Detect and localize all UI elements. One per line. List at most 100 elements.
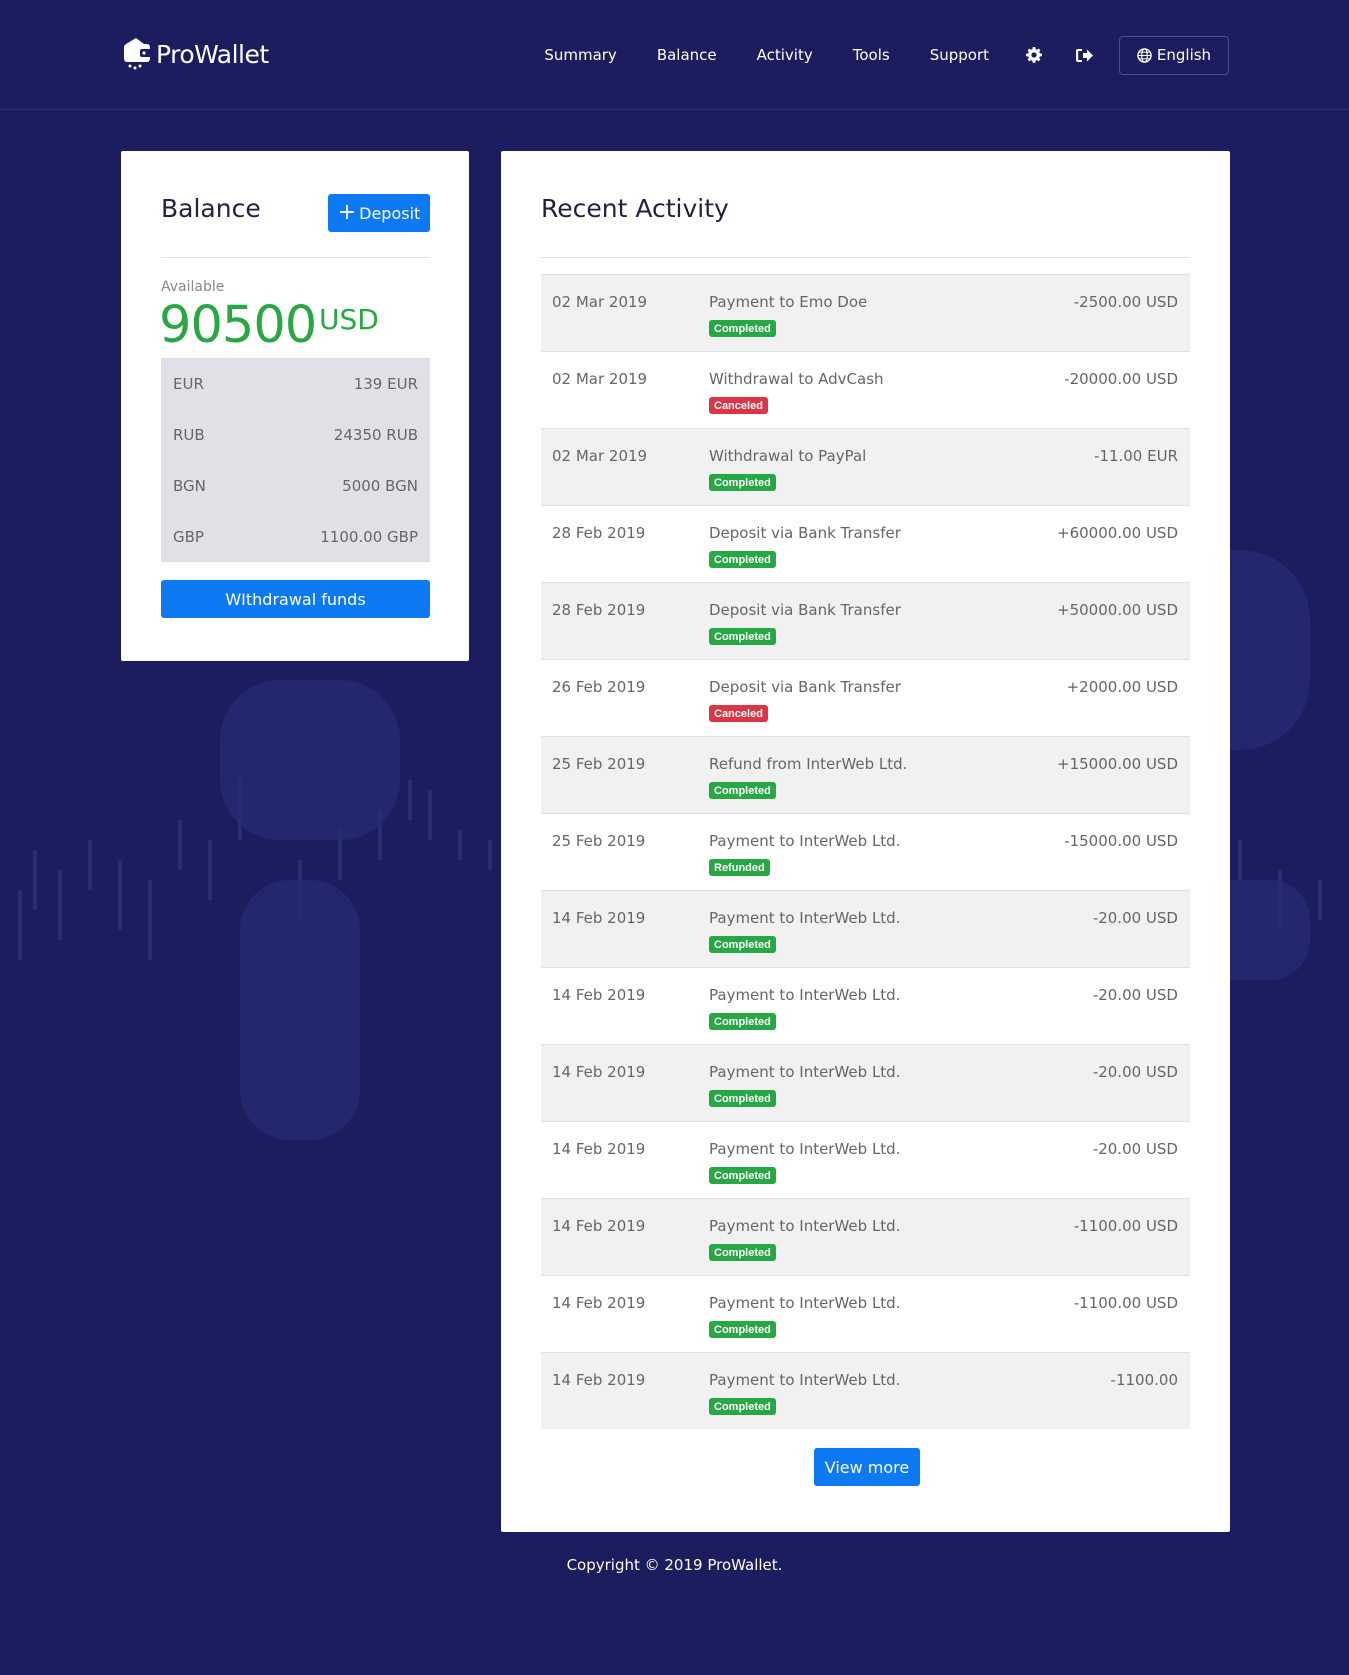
activity-amount: -1100.00 USD (1073, 1217, 1178, 1235)
status-badge: Completed (709, 782, 776, 799)
activity-description: Payment to Emo Doe (709, 293, 868, 311)
status-badge: Completed (709, 1398, 776, 1415)
currency-row-bgn: BGN 5000 BGN (161, 460, 430, 511)
currency-amount: 5000 BGN (342, 476, 418, 495)
activity-date: 02 Mar 2019 (552, 447, 648, 465)
activity-row[interactable]: 14 Feb 2019 Payment to InterWeb Ltd. Compl… (541, 967, 1190, 1044)
activity-row[interactable]: 14 Feb 2019 Payment to InterWeb Ltd. Compl… (541, 890, 1190, 967)
status-badge: Refunded (709, 859, 770, 876)
status-badge: Completed (709, 1013, 776, 1030)
nav-support[interactable]: Support (930, 46, 989, 64)
status-badge: Completed (709, 1090, 776, 1107)
activity-description: Payment to InterWeb Ltd. (709, 1294, 901, 1312)
status-badge: Completed (709, 628, 776, 645)
plus-icon: + (337, 200, 357, 225)
divider (161, 257, 430, 258)
status-badge: Completed (709, 551, 776, 568)
activity-row[interactable]: 28 Feb 2019 Deposit via Bank Transfer Comp… (541, 582, 1190, 659)
activity-row[interactable]: 14 Feb 2019 Payment to InterWeb Ltd. Compl… (541, 1121, 1190, 1198)
nav-activity[interactable]: Activity (757, 46, 813, 64)
nav-tools[interactable]: Tools (853, 46, 890, 64)
status-badge: Canceled (709, 397, 768, 414)
available-amount: 90500 (159, 296, 317, 355)
withdrawal-funds-button[interactable]: WIthdrawal funds (161, 580, 430, 618)
activity-description: Deposit via Bank Transfer (709, 678, 901, 696)
currency-row-eur: EUR 139 EUR (161, 358, 430, 409)
available-label: Available (161, 279, 225, 295)
activity-row[interactable]: 02 Mar 2019 Payment to Emo Doe Completed -2… (541, 274, 1190, 351)
gear-icon[interactable] (1025, 46, 1043, 64)
nav-balance[interactable]: Balance (657, 46, 717, 64)
main-nav: Summary Balance Activity Tools Support E… (524, 35, 1229, 75)
activity-amount: -1100.00 (1110, 1371, 1178, 1389)
currency-amount: 1100.00 GBP (320, 527, 418, 546)
activity-amount: +50000.00 USD (1057, 601, 1178, 619)
activity-description: Payment to InterWeb Ltd. (709, 1063, 901, 1081)
balance-card: Balance + Deposit Available 90500 USD EU… (121, 151, 469, 661)
activity-description: Withdrawal to AdvCash (709, 370, 884, 388)
activity-date: 14 Feb 2019 (552, 1294, 646, 1312)
status-badge: Completed (709, 474, 776, 491)
currency-balances: EUR 139 EUR RUB 24350 RUB BGN 5000 BGN G… (161, 358, 430, 562)
view-more-button[interactable]: View more (814, 1448, 920, 1486)
activity-description: Deposit via Bank Transfer (709, 524, 901, 542)
activity-description: Payment to InterWeb Ltd. (709, 1217, 901, 1235)
activity-row[interactable]: 14 Feb 2019 Payment to InterWeb Ltd. Compl… (541, 1044, 1190, 1121)
activity-date: 14 Feb 2019 (552, 909, 646, 927)
status-badge: Canceled (709, 705, 768, 722)
activity-date: 14 Feb 2019 (552, 1371, 646, 1389)
activity-description: Refund from InterWeb Ltd. (709, 755, 908, 773)
currency-amount: 139 EUR (353, 374, 418, 393)
divider (541, 257, 1190, 258)
activity-amount: +60000.00 USD (1057, 524, 1178, 542)
logout-icon[interactable] (1075, 46, 1093, 64)
activity-amount: -20.00 USD (1092, 1063, 1178, 1081)
activity-description: Payment to InterWeb Ltd. (709, 986, 901, 1004)
currency-row-gbp: GBP 1100.00 GBP (161, 511, 430, 562)
activity-amount: -20.00 USD (1092, 1140, 1178, 1158)
activity-amount: +2000.00 USD (1066, 678, 1178, 696)
activity-amount: -2500.00 USD (1073, 293, 1178, 311)
language-button[interactable]: English (1119, 35, 1229, 75)
activity-row[interactable]: 25 Feb 2019 Payment to InterWeb Ltd. Refun… (541, 813, 1190, 890)
available-currency: USD (319, 303, 379, 336)
activity-description: Payment to InterWeb Ltd. (709, 1371, 901, 1389)
activity-description: Payment to InterWeb Ltd. (709, 832, 901, 850)
activity-date: 25 Feb 2019 (552, 832, 646, 850)
activity-row[interactable]: 25 Feb 2019 Refund from InterWeb Ltd. Comp… (541, 736, 1190, 813)
status-badge: Completed (709, 936, 776, 953)
activity-date: 25 Feb 2019 (552, 755, 646, 773)
activity-date: 28 Feb 2019 (552, 601, 646, 619)
logo-wallet-icon (124, 38, 152, 70)
brand-logo[interactable]: ProWallet (122, 34, 269, 74)
activity-date: 26 Feb 2019 (552, 678, 646, 696)
activity-row[interactable]: 14 Feb 2019 Payment to InterWeb Ltd. Compl… (541, 1198, 1190, 1275)
activity-amount: -11.00 EUR (1093, 447, 1178, 465)
language-label: English (1156, 46, 1212, 64)
activity-list: 02 Mar 2019 Payment to Emo Doe Completed -2… (541, 274, 1190, 1429)
activity-amount: -1100.00 USD (1073, 1294, 1178, 1312)
activity-row[interactable]: 14 Feb 2019 Payment to InterWeb Ltd. Compl… (541, 1275, 1190, 1352)
status-badge: Completed (709, 1167, 776, 1184)
activity-amount: -20.00 USD (1092, 909, 1178, 927)
nav-summary[interactable]: Summary (544, 46, 617, 64)
status-badge: Completed (709, 320, 776, 337)
activity-description: Payment to InterWeb Ltd. (709, 1140, 901, 1158)
deposit-label: Deposit (359, 203, 421, 223)
activity-date: 28 Feb 2019 (552, 524, 646, 542)
deposit-button[interactable]: + Deposit (328, 194, 430, 232)
activity-row[interactable]: 26 Feb 2019 Deposit via Bank Transfer Canc… (541, 659, 1190, 736)
footer-copyright: Copyright © 2019 ProWallet. (566, 1556, 783, 1574)
activity-row[interactable]: 02 Mar 2019 Withdrawal to PayPal Completed… (541, 428, 1190, 505)
currency-amount: 24350 RUB (333, 425, 418, 444)
activity-date: 14 Feb 2019 (552, 1217, 646, 1235)
activity-row[interactable]: 14 Feb 2019 Payment to InterWeb Ltd. Compl… (541, 1352, 1190, 1429)
currency-code: RUB (173, 425, 205, 444)
top-navbar: ProWallet Summary Balance Activity Tools… (0, 0, 1349, 110)
activity-row[interactable]: 02 Mar 2019 Withdrawal to AdvCash Canceled… (541, 351, 1190, 428)
activity-description: Payment to InterWeb Ltd. (709, 909, 901, 927)
activity-amount: -20.00 USD (1092, 986, 1178, 1004)
status-badge: Completed (709, 1244, 776, 1261)
activity-row[interactable]: 28 Feb 2019 Deposit via Bank Transfer Comp… (541, 505, 1190, 582)
currency-row-rub: RUB 24350 RUB (161, 409, 430, 460)
